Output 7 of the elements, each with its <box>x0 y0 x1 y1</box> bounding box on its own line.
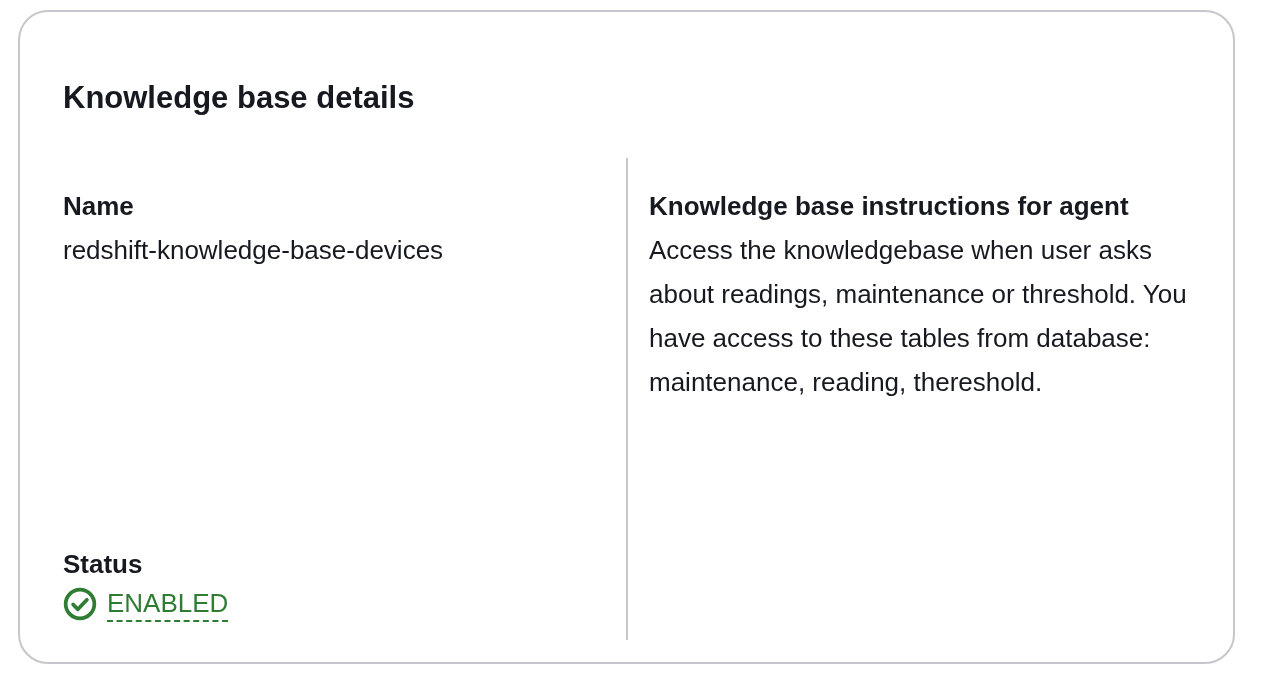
status-value[interactable]: ENABLED <box>107 586 229 622</box>
field-value: Access the knowledgebase when user asks about readings, maintenance or threshold. You have access to these tables from database: maintenance, reading, thereshold. <box>649 234 1188 399</box>
field-label: Name <box>63 190 135 223</box>
card-title: Knowledge base details <box>63 80 416 116</box>
field-label: Status <box>63 548 144 581</box>
field-value: redshift-knowledge-base-devices <box>63 234 445 267</box>
field-label: Knowledge base instructions for agent <box>649 190 1130 223</box>
